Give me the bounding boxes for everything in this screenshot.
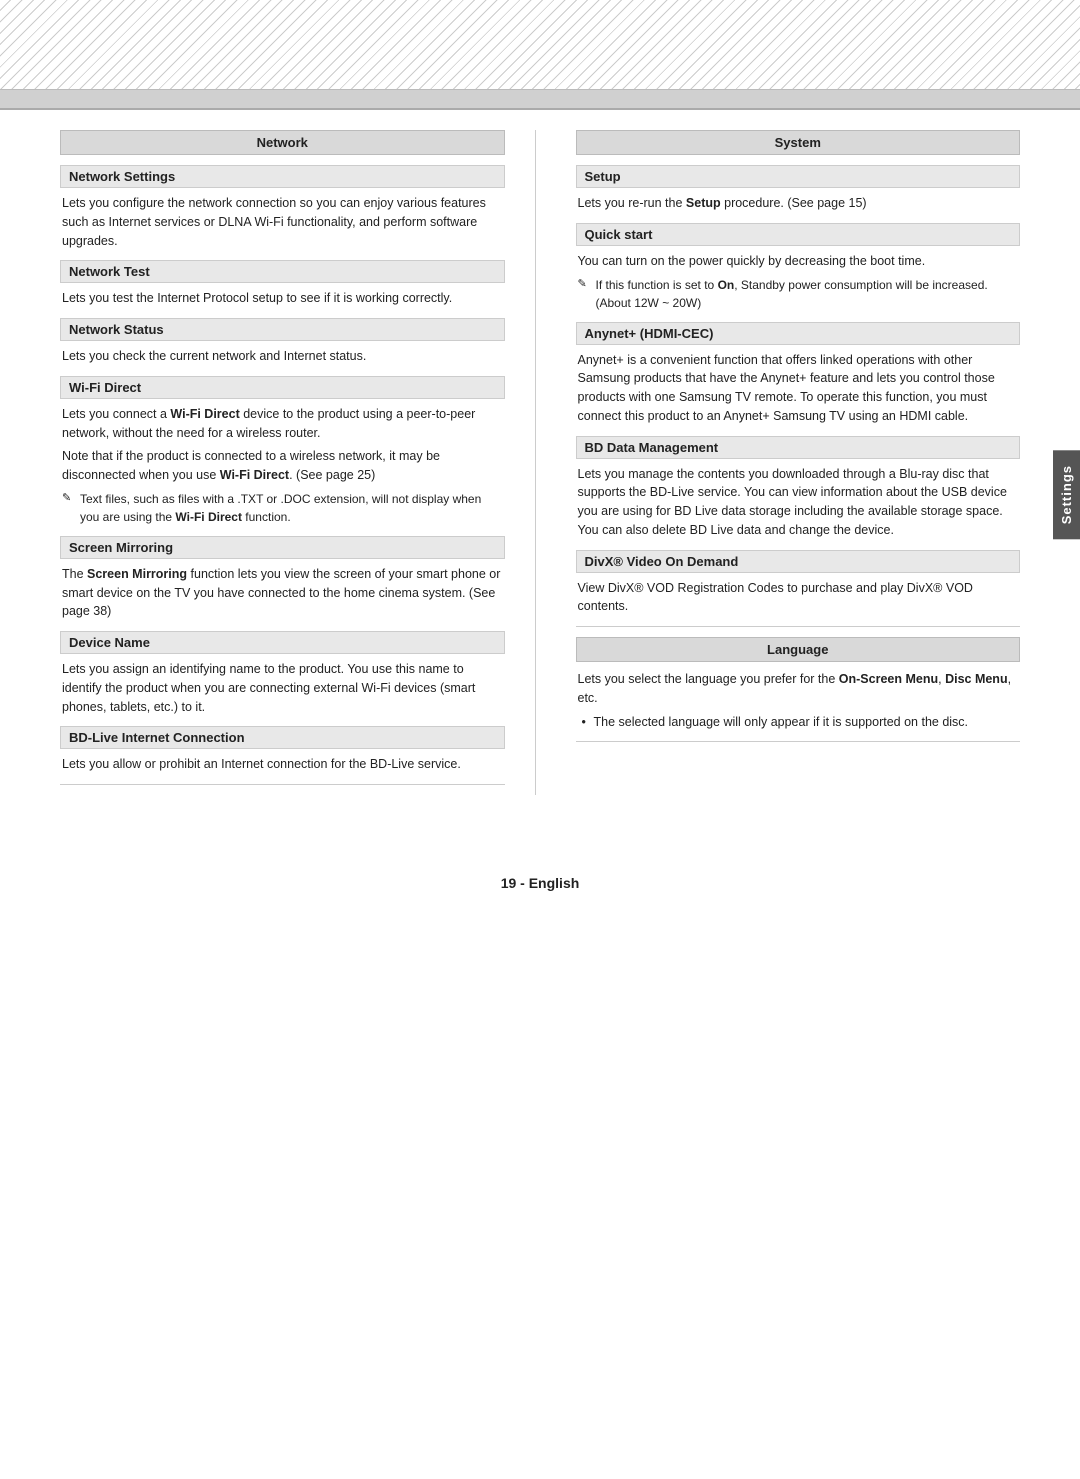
anynet-header: Anynet+ (HDMI-CEC) [576,322,1021,345]
quick-start-header: Quick start [576,223,1021,246]
right-column: System Setup Lets you re-run the Setup p… [566,130,1021,795]
divx-header: DivX® Video On Demand [576,550,1021,573]
bd-data-body: Lets you manage the contents you downloa… [576,465,1021,540]
anynet-body: Anynet+ is a convenient function that of… [576,351,1021,426]
network-settings-body: Lets you configure the network connectio… [60,194,505,250]
left-column-divider [60,784,505,785]
wifi-direct-header: Wi-Fi Direct [60,376,505,399]
language-section-header: Language [576,637,1021,662]
main-content: Network Network Settings Lets you config… [0,110,1080,835]
system-section-header: System [576,130,1021,155]
bd-data-header: BD Data Management [576,436,1021,459]
screen-mirroring-header: Screen Mirroring [60,536,505,559]
screen-mirroring-body: The Screen Mirroring function lets you v… [60,565,505,621]
network-test-header: Network Test [60,260,505,283]
settings-tab: Settings [1053,450,1080,539]
left-column: Network Network Settings Lets you config… [60,130,536,795]
top-decorative-pattern [0,0,1080,110]
page-footer: 19 - English [0,875,1080,911]
wifi-direct-body: Lets you connect a Wi-Fi Direct device t… [60,405,505,526]
language-body: Lets you select the language you prefer … [576,670,1021,731]
settings-tab-label: Settings [1059,465,1074,524]
network-status-header: Network Status [60,318,505,341]
quick-start-body: You can turn on the power quickly by dec… [576,252,1021,312]
right-column-divider [576,626,1021,627]
network-section-header: Network [60,130,505,155]
device-name-header: Device Name [60,631,505,654]
page-number: 19 - English [501,875,580,891]
language-bottom-divider [576,741,1021,742]
setup-body: Lets you re-run the Setup procedure. (Se… [576,194,1021,213]
bd-live-internet-body: Lets you allow or prohibit an Internet c… [60,755,505,774]
network-test-body: Lets you test the Internet Protocol setu… [60,289,505,308]
bd-live-internet-header: BD-Live Internet Connection [60,726,505,749]
network-status-body: Lets you check the current network and I… [60,347,505,366]
network-settings-header: Network Settings [60,165,505,188]
setup-header: Setup [576,165,1021,188]
device-name-body: Lets you assign an identifying name to t… [60,660,505,716]
divx-body: View DivX® VOD Registration Codes to pur… [576,579,1021,617]
